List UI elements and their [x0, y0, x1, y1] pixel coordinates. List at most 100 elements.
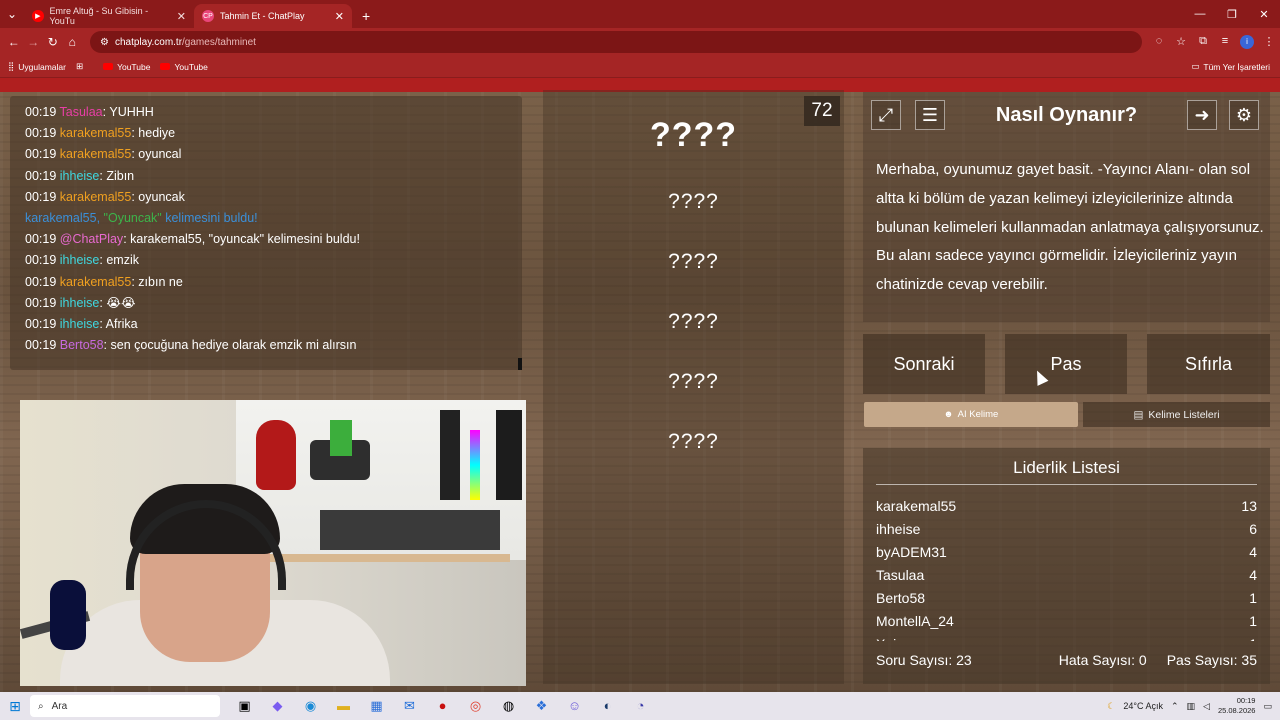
chat-message: 00:19 Berto58: sen çocuğuna hediye olara… [25, 338, 357, 353]
red-vase [256, 420, 296, 490]
tab-chatplay[interactable]: CP Tahmin Et - ChatPlay ✕ [194, 4, 352, 28]
back-icon[interactable]: ← [4, 35, 24, 49]
gear-icon[interactable]: ⚙ [1229, 100, 1259, 130]
leaderboard: Liderlik Listesi karakemal55 13 ihheise 6 by… [863, 448, 1270, 684]
bookmark-apps[interactable]: ⣿ Uygulamalar [8, 61, 66, 72]
bookmark-youtube-2[interactable]: YouTube [160, 62, 208, 72]
chat-message: 00:19 karakemal55: oyuncal [25, 147, 182, 162]
bookmark-label: YouTube [117, 61, 151, 72]
extensions-icon[interactable]: ⧉ [1192, 35, 1214, 49]
taskbar-search[interactable]: ⌕ Ara [30, 695, 220, 717]
menu-icon[interactable]: ⋮ [1258, 35, 1280, 49]
clock-time: 00:19 [1236, 696, 1256, 705]
chat-text: Afrika [105, 316, 138, 331]
chat-scrollbar[interactable] [518, 358, 522, 370]
close-icon[interactable]: ✕ [335, 10, 344, 23]
new-tab-icon[interactable]: + [352, 8, 380, 28]
notification-icon[interactable]: ▭ [1263, 701, 1272, 712]
bookmark-youtube-1[interactable]: YouTube [103, 62, 150, 72]
edge-icon[interactable]: ◉ [294, 698, 327, 714]
player-score: 4 [1249, 544, 1257, 560]
minimize-icon[interactable]: — [1184, 8, 1216, 20]
restore-icon[interactable]: ❐ [1216, 8, 1248, 21]
rgb-light [470, 430, 480, 500]
chat-text: Zibın [106, 168, 135, 183]
app-q-icon[interactable]: ◔ [624, 698, 657, 714]
app-red-icon[interactable]: ● [426, 698, 459, 714]
pass-button[interactable]: Pas [1005, 334, 1127, 394]
chat-message: 00:19 ihheise: emzik [25, 253, 139, 268]
clock[interactable]: 00:19 25.08.2026 [1218, 696, 1256, 716]
chat-time: 00:19 [25, 253, 57, 268]
network-icon[interactable]: ▥ [1187, 701, 1196, 712]
windows-start-icon[interactable]: ⊞ [0, 698, 30, 715]
app-blue-icon[interactable]: ❖ [525, 698, 558, 714]
site-info-icon[interactable]: ⚙ [100, 37, 109, 48]
chat-user[interactable]: Berto58 [60, 338, 104, 352]
word-lists-button[interactable]: ▤ Kelime Listeleri [1083, 402, 1270, 427]
player-name: byADEM31 [876, 544, 947, 560]
profile-avatar[interactable]: i [1240, 35, 1254, 49]
task-view-icon[interactable]: ▣ [228, 698, 261, 714]
next-button[interactable]: Sonraki [863, 334, 985, 394]
chat-user[interactable]: ihheise [60, 253, 100, 267]
chat-time: 00:19 [25, 274, 57, 289]
ai-word-button[interactable]: ☻ AI Kelime [864, 402, 1078, 427]
leaderboard-row: Xeign 1 [876, 633, 1257, 641]
moon-weather-icon: ☾ [1107, 700, 1116, 711]
obs-icon[interactable]: ◍ [492, 698, 525, 714]
leaderboard-row: ihheise 6 [876, 518, 1257, 541]
bookmark-grid[interactable]: ⊞ [76, 61, 83, 72]
leaderboard-row: Berto58 1 [876, 587, 1257, 610]
logout-icon[interactable]: ➜ [1187, 100, 1217, 130]
close-icon[interactable]: ✕ [177, 10, 186, 23]
chat-user[interactable]: Tasulaa [60, 105, 103, 119]
chat-text: 😭😭 [106, 295, 136, 310]
player-name: Tasulaa [876, 567, 925, 583]
eye-off-icon[interactable]: ◌ [1148, 35, 1170, 49]
reload-icon[interactable]: ↻ [43, 35, 63, 49]
system-tray: ☾ 24°C Açık ⌃ ▥ ◁ 00:19 25.08.2026 ▭ [1107, 696, 1280, 716]
chat-text: zıbın ne [138, 274, 183, 289]
ai-word-label: AI Kelime [957, 409, 999, 420]
all-bookmarks[interactable]: ▭ Tüm Yer İşaretleri [1191, 61, 1280, 72]
chat-user[interactable]: @ChatPlay [60, 232, 123, 246]
leaderboard-rows[interactable]: karakemal55 13 ihheise 6 byADEM31 4 Tasulaa 4 Be… [876, 495, 1257, 641]
chat-time: 00:19 [25, 295, 57, 310]
tab-youtube[interactable]: ▶ Emre Altuğ - Su Gibisin - YouTu ✕ [24, 4, 194, 28]
home-icon[interactable]: ⌂ [63, 35, 83, 49]
chat-user[interactable]: karakemal55 [60, 275, 132, 289]
tab-search-chevron-icon[interactable]: ⌄ [0, 7, 24, 21]
bookmark-label: Uygulamalar [18, 61, 66, 72]
file-explorer-icon[interactable]: ▬ [327, 698, 360, 714]
media-icon[interactable]: ≡ [1214, 35, 1236, 49]
url-bar[interactable]: ⚙ chatplay.com.tr/games/tahminet [90, 31, 1142, 53]
chat-user[interactable]: karakemal55 [60, 126, 132, 140]
store-icon[interactable]: ▦ [360, 698, 393, 714]
discord-icon[interactable]: ☺ [558, 698, 591, 714]
bookmark-star-icon[interactable]: ☆ [1170, 35, 1192, 49]
mail-icon[interactable]: ✉ [393, 698, 426, 714]
forward-icon[interactable]: → [24, 35, 44, 49]
weather-text[interactable]: 24°C Açık [1123, 701, 1163, 711]
player-score: 4 [1249, 567, 1257, 583]
url-host: chatplay.com.tr [114, 36, 183, 48]
chrome-icon[interactable]: ◎ [459, 698, 492, 714]
chat-message: 00:19 ihheise: Zibın [25, 168, 135, 183]
reset-button[interactable]: Sıfırla [1147, 334, 1270, 394]
chat-user[interactable]: ihheise [60, 317, 100, 331]
copilot-icon[interactable]: ◆ [261, 698, 294, 714]
chat-user[interactable]: ihheise [60, 169, 100, 183]
target-word: ???? [649, 116, 738, 154]
steam-icon[interactable]: ◐ [591, 698, 624, 714]
chat-user[interactable]: ihheise [60, 296, 100, 310]
close-window-icon[interactable]: ✕ [1248, 8, 1280, 21]
chat-user[interactable]: karakemal55 [60, 147, 132, 161]
tray-chevron-icon[interactable]: ⌃ [1171, 701, 1179, 712]
chat-user[interactable]: karakemal55 [60, 190, 132, 204]
microphone [50, 580, 86, 650]
grid-icon: ⊞ [75, 61, 84, 71]
word-lists-label: Kelime Listeleri [1148, 408, 1220, 421]
chat-time: 00:19 [25, 168, 57, 183]
volume-icon[interactable]: ◁ [1203, 701, 1210, 712]
